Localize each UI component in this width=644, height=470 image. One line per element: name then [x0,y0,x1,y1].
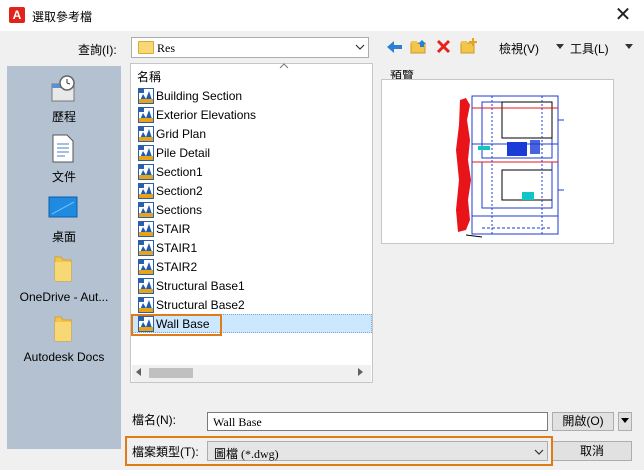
drawing-thumbnail [456,95,564,238]
views-dropdown-icon[interactable] [556,41,564,53]
file-name: Structural Base1 [156,279,245,293]
file-row[interactable]: Exterior Elevations [131,105,372,124]
dwg-file-icon [138,278,154,294]
open-dropdown-icon[interactable] [618,412,632,431]
dwg-file-icon [138,259,154,275]
clock-icon [48,74,78,107]
dwg-file-icon [138,240,154,256]
sort-ascending-icon [279,62,289,73]
chevron-down-icon[interactable] [354,40,366,57]
place-label: Autodesk Docs [23,350,105,364]
place-label: OneDrive - Aut... [19,290,109,304]
file-name: Grid Plan [156,127,207,141]
place-documents[interactable]: 文件 [7,134,121,192]
file-name: STAIR [156,222,191,236]
file-row[interactable]: Pile Detail [131,143,372,162]
filename-value: Wall Base [213,415,262,429]
file-name: Section1 [156,165,203,179]
views-menu[interactable]: 檢視(V) [499,40,539,57]
back-arrow-icon[interactable] [386,38,406,56]
close-button[interactable]: ✕ [608,4,638,26]
dwg-file-icon [138,221,154,237]
file-row[interactable]: Section2 [131,181,372,200]
lookin-value: Res [157,41,175,55]
file-row[interactable]: Section1 [131,162,372,181]
lookin-label: 查詢(I): [78,43,117,57]
dwg-file-icon [138,126,154,142]
cancel-button[interactable]: 取消 [552,441,632,461]
dwg-file-icon [138,202,154,218]
dwg-file-icon [138,88,154,104]
dwg-file-icon [138,297,154,313]
delete-icon[interactable] [435,38,455,56]
file-row[interactable]: Structural Base1 [131,276,372,295]
place-label: 歷程 [51,110,76,124]
tools-dropdown-icon[interactable] [625,41,633,53]
file-row[interactable]: Structural Base2 [131,295,372,314]
column-header-name[interactable]: 名稱 [137,68,161,85]
lookin-combobox[interactable]: Res [131,37,369,58]
place-label: 文件 [51,170,76,184]
file-name: Building Section [156,89,243,103]
file-name: Section2 [156,184,203,198]
file-row[interactable]: Sections [131,200,372,219]
file-name: Pile Detail [156,146,211,160]
window-title: 選取參考檔 [32,10,93,24]
up-folder-icon[interactable] [409,37,429,55]
desktop-icon [48,196,78,225]
dwg-file-icon [138,145,154,161]
scroll-right-icon[interactable] [356,367,364,379]
file-row[interactable]: STAIR2 [131,257,372,276]
dwg-file-icon [138,107,154,123]
highlight-box [125,436,553,466]
file-name: Exterior Elevations [156,108,257,122]
highlight-box [131,314,222,336]
folder-icon [53,314,73,347]
file-name: STAIR2 [156,260,198,274]
preview-pane [381,79,614,244]
file-name: Sections [156,203,203,217]
place-desktop[interactable]: 桌面 [7,194,121,252]
place-label: 桌面 [51,230,76,244]
filename-label: 檔名(N): [132,413,176,427]
document-icon [51,134,75,167]
file-row[interactable]: Grid Plan [131,124,372,143]
file-row[interactable]: Building Section [131,86,372,105]
tools-menu[interactable]: 工具(L) [570,40,609,57]
new-folder-icon[interactable] [459,37,479,55]
place-onedrive[interactable]: OneDrive - Aut... [7,254,121,312]
file-name: STAIR1 [156,241,198,255]
dwg-file-icon [138,183,154,199]
open-button[interactable]: 開啟(O) [552,412,614,431]
place-autodesk-docs[interactable]: Autodesk Docs [7,314,121,372]
title-bar: A 選取參考檔 ✕ [0,0,644,31]
file-row[interactable]: STAIR1 [131,238,372,257]
filename-input[interactable]: Wall Base [207,412,548,431]
file-name: Structural Base2 [156,298,245,312]
folder-icon [53,254,73,287]
places-bar: 歷程 文件 桌面 OneDrive - Aut... Autodesk Docs [7,66,121,449]
file-row[interactable]: STAIR [131,219,372,238]
dwg-file-icon [138,164,154,180]
scroll-left-icon[interactable] [135,367,143,379]
autocad-app-icon: A [9,7,25,23]
horizontal-scrollbar[interactable] [132,365,371,382]
folder-icon [138,41,154,54]
place-history[interactable]: 歷程 [7,74,121,132]
scrollbar-thumb[interactable] [149,368,193,378]
